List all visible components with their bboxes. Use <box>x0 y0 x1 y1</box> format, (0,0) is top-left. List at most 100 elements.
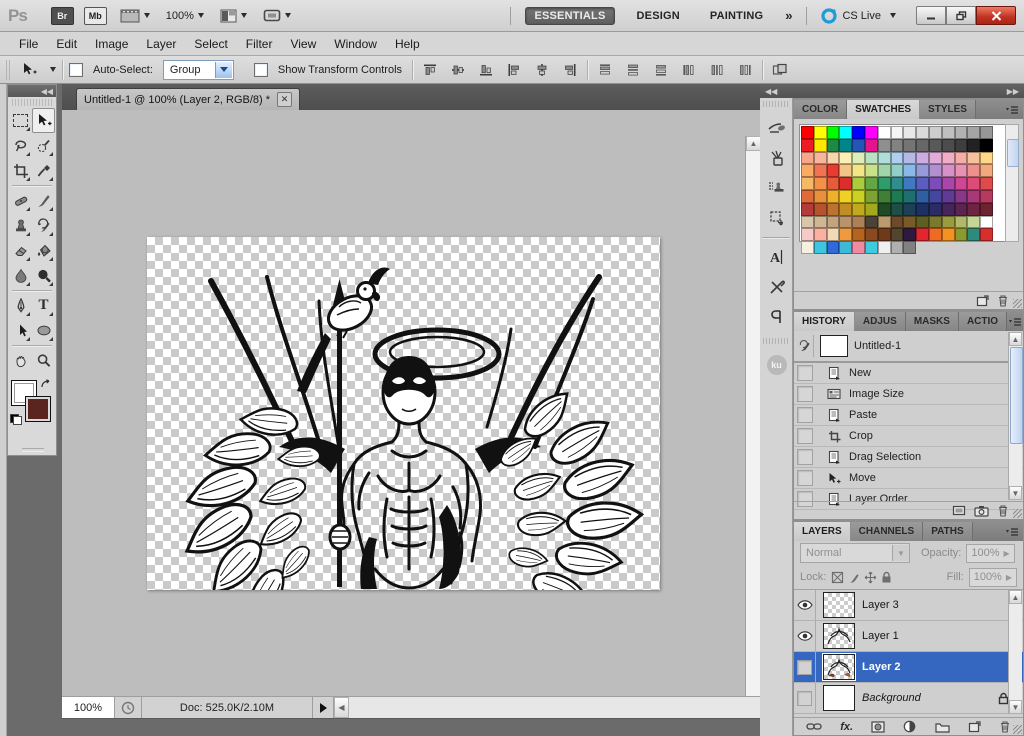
restore-button[interactable] <box>946 6 976 25</box>
tools-grip[interactable] <box>12 99 52 106</box>
cslive-button[interactable]: CS Live <box>821 8 896 24</box>
tool-clone-stamp[interactable] <box>9 213 32 238</box>
swatch[interactable] <box>865 177 878 190</box>
swatch[interactable] <box>891 241 904 254</box>
swatch[interactable] <box>980 126 993 139</box>
history-source-box[interactable] <box>797 428 813 444</box>
opacity-field[interactable]: 100%▶ <box>966 544 1014 563</box>
swatch[interactable] <box>852 164 865 177</box>
tool-paint-bucket[interactable] <box>32 238 55 263</box>
swatch[interactable] <box>878 139 891 152</box>
tab-adjustments[interactable]: ADJUS <box>855 312 906 331</box>
history-snapshot-row[interactable]: Untitled-1 <box>794 331 1023 363</box>
zoom-level-button[interactable]: 100% <box>163 9 207 23</box>
horizontal-scrollbar[interactable]: ◀ <box>333 697 760 718</box>
history-state[interactable]: Crop <box>794 426 1023 447</box>
minimize-button[interactable] <box>916 6 946 25</box>
align-right-icon[interactable] <box>559 59 581 81</box>
swatch[interactable] <box>903 126 916 139</box>
panel-menu-icon[interactable] <box>1001 100 1023 119</box>
panel-menu-icon[interactable] <box>1001 522 1023 541</box>
history-source-box[interactable] <box>797 386 813 402</box>
scroll-thumb[interactable] <box>1010 347 1023 444</box>
swatch[interactable] <box>955 190 968 203</box>
tool-history-brush[interactable] <box>32 213 55 238</box>
tool-crop[interactable] <box>9 158 32 183</box>
swatch[interactable] <box>801 177 814 190</box>
brush-panel-icon[interactable] <box>760 143 793 173</box>
swatch[interactable] <box>903 203 916 216</box>
tool-type[interactable]: T <box>32 293 55 318</box>
tool-path-selection[interactable] <box>9 318 32 343</box>
swatch[interactable] <box>929 190 942 203</box>
layer-thumbnail[interactable] <box>823 685 855 711</box>
history-source-box[interactable] <box>797 470 813 486</box>
swatch[interactable] <box>827 190 840 203</box>
workspace-design-button[interactable]: DESIGN <box>629 8 688 24</box>
swatch[interactable] <box>814 228 827 241</box>
swatch[interactable] <box>980 152 993 165</box>
align-top-icon[interactable] <box>419 59 441 81</box>
swatch[interactable] <box>801 164 814 177</box>
swatches-scrollbar[interactable] <box>1005 124 1019 242</box>
swatch[interactable] <box>903 241 916 254</box>
layer-thumbnail[interactable] <box>823 592 855 618</box>
swatch[interactable] <box>852 126 865 139</box>
status-flyout-button[interactable] <box>313 697 333 718</box>
layer-name[interactable]: Layer 2 <box>862 661 901 673</box>
tool-lasso[interactable] <box>9 133 32 158</box>
swatch[interactable] <box>967 216 980 229</box>
swatch[interactable] <box>955 139 968 152</box>
swatch[interactable] <box>916 190 929 203</box>
swatch[interactable] <box>967 203 980 216</box>
menu-layer[interactable]: Layer <box>137 34 185 54</box>
swatch[interactable] <box>955 126 968 139</box>
menu-help[interactable]: Help <box>386 34 429 54</box>
swatch[interactable] <box>839 241 852 254</box>
strip-grip[interactable] <box>763 338 789 344</box>
background-color-swatch[interactable] <box>25 396 51 422</box>
layer-mask-icon[interactable] <box>871 721 885 733</box>
layers-scrollbar[interactable]: ▲ ▼ <box>1008 590 1022 714</box>
panel-menu-icon[interactable] <box>1007 312 1023 331</box>
swatch[interactable] <box>967 177 980 190</box>
close-button[interactable] <box>976 6 1016 25</box>
history-brush-source-icon[interactable] <box>797 335 814 357</box>
auto-align-layers-icon[interactable] <box>769 59 791 81</box>
tool-eraser[interactable] <box>9 238 32 263</box>
swatch[interactable] <box>967 190 980 203</box>
tab-styles[interactable]: STYLES <box>920 100 976 119</box>
swatch[interactable] <box>839 216 852 229</box>
character-icon[interactable]: A <box>760 242 793 272</box>
swatch[interactable] <box>865 216 878 229</box>
swatch[interactable] <box>942 152 955 165</box>
dock-collapse-bar[interactable]: ◀◀▶▶ <box>760 84 1024 98</box>
swatch[interactable] <box>942 139 955 152</box>
swatch[interactable] <box>916 203 929 216</box>
tool-pen[interactable] <box>9 293 32 318</box>
swatch[interactable] <box>814 139 827 152</box>
swatch[interactable] <box>903 177 916 190</box>
swatch[interactable] <box>980 216 993 229</box>
swatch[interactable] <box>942 190 955 203</box>
swatch[interactable] <box>865 139 878 152</box>
tool-zoom[interactable] <box>32 348 55 373</box>
swatch[interactable] <box>891 177 904 190</box>
tab-masks[interactable]: MASKS <box>906 312 959 331</box>
swatch[interactable] <box>827 203 840 216</box>
swatch[interactable] <box>801 139 814 152</box>
layer-row-layer3[interactable]: Layer 3 <box>794 590 1023 621</box>
swatch[interactable] <box>865 241 878 254</box>
canvas-viewport[interactable]: ▲ ▼ <box>62 110 760 696</box>
swatch[interactable] <box>852 139 865 152</box>
status-doc-size[interactable]: Doc: 525.0K/2.10M <box>142 697 313 718</box>
status-timer-button[interactable] <box>115 697 142 718</box>
blend-mode-dropdown[interactable]: Normal ▼ <box>800 543 910 563</box>
tool-presets-icon[interactable] <box>760 272 793 302</box>
swatch[interactable] <box>878 177 891 190</box>
history-source-box[interactable] <box>797 449 813 465</box>
history-scrollbar[interactable]: ▲ ▼ <box>1008 332 1022 500</box>
scroll-up-icon[interactable]: ▲ <box>746 136 760 151</box>
tab-color[interactable]: COLOR <box>794 100 847 119</box>
kuler-icon[interactable]: ku <box>760 350 793 380</box>
